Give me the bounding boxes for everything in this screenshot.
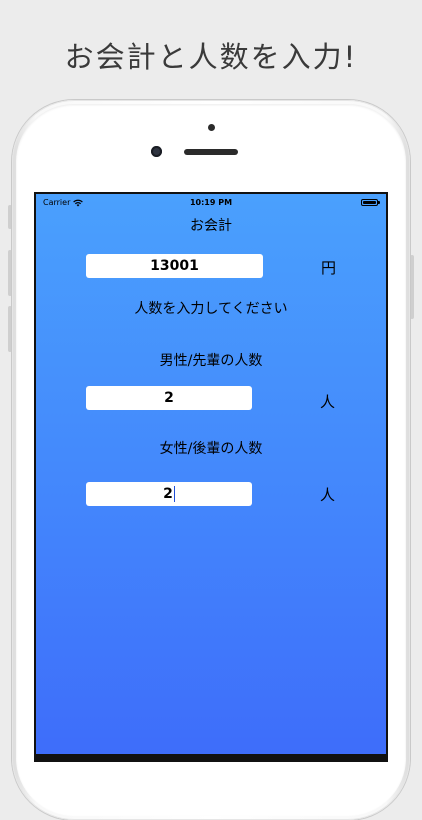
power-button bbox=[410, 255, 414, 319]
yen-unit-label: 円 bbox=[321, 259, 337, 277]
app-screen: Carrier 10:19 PM お会計 13001 円 人数を入力してください… bbox=[36, 194, 386, 754]
battery-level bbox=[363, 201, 376, 204]
female-junior-count-value: 2 bbox=[163, 486, 173, 502]
proximity-sensor bbox=[208, 124, 215, 131]
female-junior-count-field[interactable]: 2 bbox=[86, 482, 252, 506]
male-senior-count-field[interactable]: 2 bbox=[86, 386, 252, 410]
female-people-unit-label: 人 bbox=[320, 486, 336, 504]
front-camera-icon bbox=[151, 146, 162, 157]
total-amount-value: 13001 bbox=[150, 258, 199, 274]
male-senior-label: 男性/先輩の人数 bbox=[159, 353, 263, 369]
status-time: 10:19 PM bbox=[189, 198, 233, 207]
battery-icon bbox=[361, 199, 380, 206]
nav-title: お会計 bbox=[190, 218, 232, 234]
total-amount-field[interactable]: 13001 bbox=[86, 254, 263, 278]
status-bar: Carrier 10:19 PM bbox=[36, 194, 386, 212]
earpiece-speaker bbox=[184, 149, 238, 155]
people-prompt: 人数を入力してください bbox=[134, 301, 288, 317]
female-junior-label: 女性/後輩の人数 bbox=[159, 441, 263, 457]
text-cursor bbox=[173, 486, 175, 502]
promo-headline: お会計と人数を入力! bbox=[64, 40, 358, 74]
male-people-unit-label: 人 bbox=[320, 393, 336, 411]
male-senior-count-value: 2 bbox=[164, 390, 174, 406]
